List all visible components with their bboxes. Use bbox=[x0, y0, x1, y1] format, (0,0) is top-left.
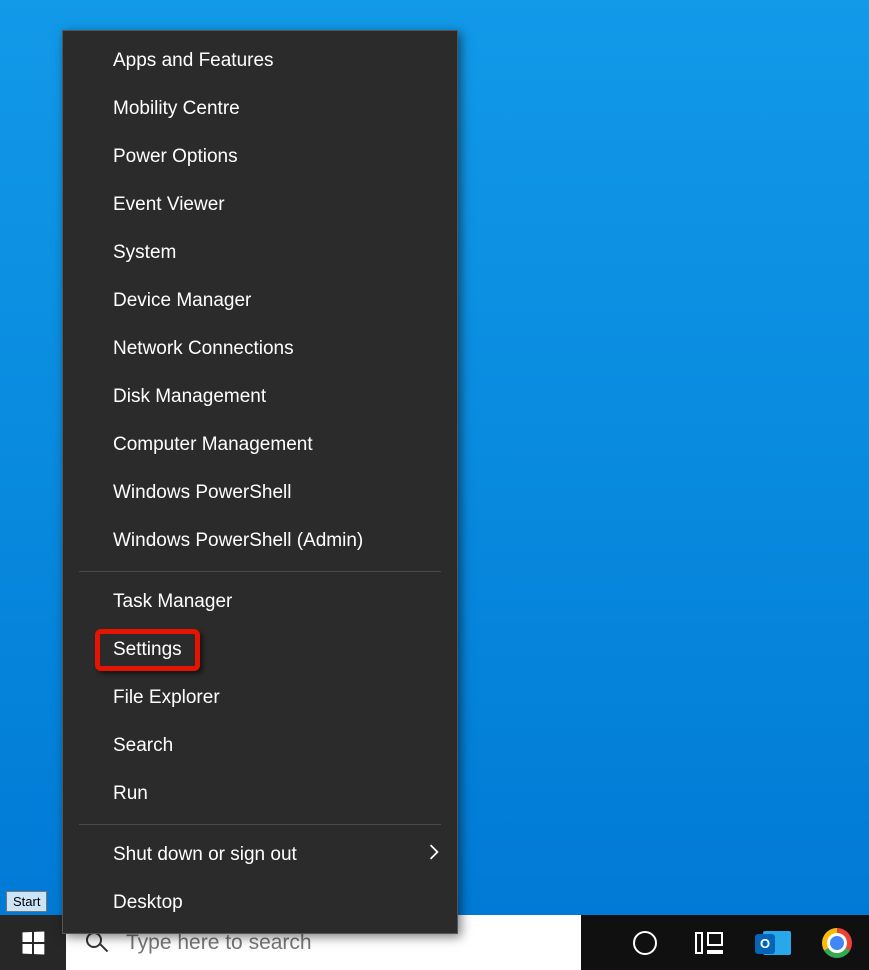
power-user-menu: Apps and Features Mobility Centre Power … bbox=[62, 30, 458, 934]
menu-item-label: Computer Management bbox=[113, 434, 313, 456]
start-tooltip: Start bbox=[6, 891, 47, 912]
taskbar-app-chrome[interactable] bbox=[805, 915, 869, 970]
menu-item-shut-down-or-sign-out[interactable]: Shut down or sign out bbox=[63, 831, 457, 879]
menu-item-label: Run bbox=[113, 783, 148, 805]
menu-item-device-manager[interactable]: Device Manager bbox=[63, 277, 457, 325]
windows-logo-icon bbox=[23, 931, 45, 954]
menu-item-task-manager[interactable]: Task Manager bbox=[63, 578, 457, 626]
menu-item-computer-management[interactable]: Computer Management bbox=[63, 421, 457, 469]
start-button[interactable] bbox=[0, 915, 66, 970]
menu-item-label: Mobility Centre bbox=[113, 98, 240, 120]
cortana-icon bbox=[633, 931, 657, 955]
search-icon bbox=[86, 932, 108, 954]
menu-separator bbox=[79, 571, 441, 572]
menu-item-run[interactable]: Run bbox=[63, 770, 457, 818]
menu-item-disk-management[interactable]: Disk Management bbox=[63, 373, 457, 421]
menu-item-label: Network Connections bbox=[113, 338, 294, 360]
menu-item-label: Desktop bbox=[113, 892, 183, 914]
menu-item-mobility-centre[interactable]: Mobility Centre bbox=[63, 85, 457, 133]
chrome-icon bbox=[822, 928, 852, 958]
menu-item-windows-powershell[interactable]: Windows PowerShell bbox=[63, 469, 457, 517]
menu-item-network-connections[interactable]: Network Connections bbox=[63, 325, 457, 373]
menu-separator bbox=[79, 824, 441, 825]
menu-item-settings[interactable]: Settings bbox=[63, 626, 457, 674]
menu-item-label: Windows PowerShell bbox=[113, 482, 291, 504]
menu-item-label: File Explorer bbox=[113, 687, 220, 709]
menu-item-search[interactable]: Search bbox=[63, 722, 457, 770]
menu-item-event-viewer[interactable]: Event Viewer bbox=[63, 181, 457, 229]
menu-item-label: Device Manager bbox=[113, 290, 251, 312]
menu-item-label: Power Options bbox=[113, 146, 238, 168]
menu-item-label: Disk Management bbox=[113, 386, 266, 408]
taskbar-right: O bbox=[613, 915, 869, 970]
menu-item-windows-powershell-admin[interactable]: Windows PowerShell (Admin) bbox=[63, 517, 457, 565]
menu-item-label: Event Viewer bbox=[113, 194, 225, 216]
menu-item-file-explorer[interactable]: File Explorer bbox=[63, 674, 457, 722]
menu-item-label: Shut down or sign out bbox=[113, 844, 297, 866]
menu-item-label: Apps and Features bbox=[113, 50, 274, 72]
menu-item-label: Search bbox=[113, 735, 173, 757]
menu-item-label: Windows PowerShell (Admin) bbox=[113, 530, 363, 552]
outlook-icon: O bbox=[755, 927, 791, 959]
menu-item-power-options[interactable]: Power Options bbox=[63, 133, 457, 181]
chevron-right-icon bbox=[429, 844, 439, 866]
cortana-button[interactable] bbox=[613, 915, 677, 970]
menu-item-label: Settings bbox=[113, 639, 182, 661]
search-placeholder: Type here to search bbox=[126, 931, 312, 955]
taskbar-app-outlook[interactable]: O bbox=[741, 915, 805, 970]
task-view-button[interactable] bbox=[677, 915, 741, 970]
menu-item-desktop[interactable]: Desktop bbox=[63, 879, 457, 927]
menu-item-label: Task Manager bbox=[113, 591, 232, 613]
menu-item-apps-and-features[interactable]: Apps and Features bbox=[63, 37, 457, 85]
menu-item-system[interactable]: System bbox=[63, 229, 457, 277]
task-view-icon bbox=[695, 932, 723, 954]
menu-item-label: System bbox=[113, 242, 176, 264]
